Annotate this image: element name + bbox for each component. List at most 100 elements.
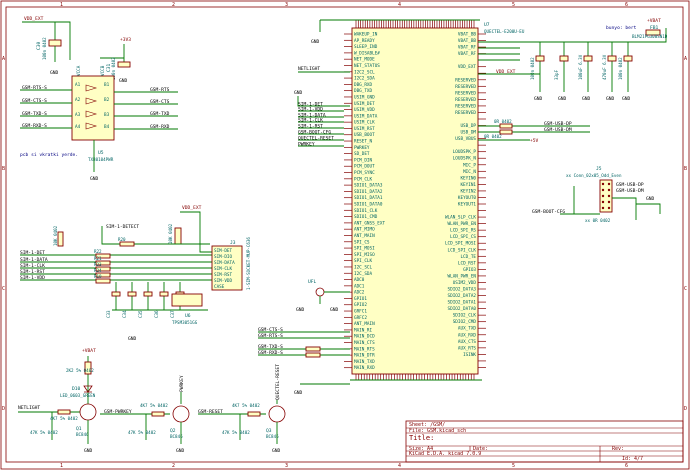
u7-left-pin-label: SDIO1_CLK — [354, 208, 378, 214]
u7-left-pin-label: I2C2_SCL — [354, 69, 375, 75]
u7-right-pin-label: KEYIN2 — [460, 188, 476, 194]
u7-left-pin-label: USB_BOOT — [354, 132, 375, 138]
u7-left-pin-label: SPI_CLK — [354, 258, 373, 264]
tb-rev: Rev: — [612, 446, 624, 452]
vbat-cap-gnd: GND — [534, 96, 543, 102]
sim-net-data: SIM-1-DATA — [20, 257, 48, 263]
gnd-label-c30: GND — [50, 70, 59, 76]
u7-right-pin-label: USB_VBUS — [455, 136, 476, 142]
border-top-num: 4 — [398, 2, 401, 8]
sim-cap-ref: C35 — [138, 310, 143, 318]
u5-net-cts-s: GSM-CTS-S — [22, 98, 47, 104]
u7-value: QUECTEL-E200U-EU — [484, 29, 525, 34]
u7-right-pin-label: LCD_RST — [458, 260, 477, 266]
u7-left-pin-label: USIM_RST — [354, 126, 375, 132]
vbat-cap-val: 470uF 6.3V — [602, 54, 607, 80]
j3-pin-label: SIM-DET — [214, 248, 233, 254]
u5-pin-a4: A4 — [75, 124, 81, 130]
r-q3-base — [247, 411, 261, 417]
u7-right-pin-label: KEYOUT0 — [458, 195, 477, 201]
sim-net-rst: SIM-1-RST — [20, 269, 45, 275]
border-bottom-num: 3 — [285, 463, 288, 469]
u7-left-pin-label: MAIN_RTS — [354, 346, 375, 352]
u7-right-pin-label: SDIO2_DATA1 — [448, 300, 477, 306]
u7-left-pin-label: W_DISABLE# — [354, 50, 380, 56]
border-left-letter: A — [2, 56, 5, 62]
u7-right-pin-label: USB_DP — [460, 123, 476, 129]
plus-vbat-label: +VBAT — [647, 18, 661, 24]
sim-cap — [143, 291, 153, 297]
u7-bottom-pins — [355, 374, 475, 380]
u7-left-pin-label: GPIO2 — [354, 302, 367, 308]
u7-left-pin-label: GRFC2 — [354, 315, 367, 321]
led-and-switch-section: +VBAT 2K2 5% 0402 D10 LED_0603_GREEN NET… — [18, 348, 286, 454]
u7-right-pin-label: SDIO2_DATA2 — [448, 293, 477, 299]
u7-right-pin-label: AUX_RXD — [458, 332, 477, 338]
u7-left-net-label: GSM-BOOT-CFG — [298, 129, 331, 135]
j5-boot-label: GSM-BOOT-CFG — [532, 209, 565, 215]
gnd-label-j5: GND — [646, 196, 655, 202]
sim-resistor-ref: R22 — [94, 249, 102, 254]
u7-left-pin-label: PCM_SYNC — [354, 170, 375, 176]
u7-right-pin-label: LOUDSPK_P — [453, 149, 477, 155]
u7-net-rts-s: GSM-RTS-S — [258, 333, 283, 339]
usb-and-j5-section: 0R 0402 0R 0402 GSM-USB-DP GSM-USB-DM +5… — [478, 119, 661, 223]
u7-right-pin-label: AUX_TXD — [458, 326, 477, 332]
u7-left-pin-label: NET_MODE — [354, 57, 375, 63]
u7-left-pin-label: USIM_CLK — [354, 120, 375, 126]
u7-top-pins — [355, 20, 475, 28]
u7-quectel-module: U7 QUECTEL-E200U-EU WAKEUP_INAP_READYSLE… — [258, 19, 525, 396]
plus-5v-label: +5V — [530, 138, 539, 144]
c30-val: 100n 0402 — [42, 37, 47, 60]
r-uart-tx — [305, 346, 321, 352]
u7-left-pin-label: PCM_DIN — [354, 157, 373, 163]
u7-left-pin-label: ANT_MAIN — [354, 233, 375, 239]
j5-pin-even — [607, 188, 611, 192]
sim-cap-ref: C34 — [122, 310, 127, 318]
u7-left-pin-label: NET_STATUS — [354, 63, 380, 69]
u7-right-pin-label: VBAT_BB — [458, 32, 477, 38]
u7-net-cts-s: GSM-CTS-S — [258, 327, 283, 333]
sim-resistor-ref: R24 — [94, 268, 102, 273]
u7-bottom-gnd-wire — [300, 379, 482, 385]
u7-left-pin-label: MAIN_DTR — [354, 353, 375, 359]
r-det-pull — [57, 231, 64, 247]
q1-value: BC846 — [76, 432, 89, 437]
u5-pin-vcca: VCCA — [76, 65, 82, 76]
sim-resistor — [119, 241, 135, 247]
quectel-reset-top-label: QUECTEL-RESET — [275, 364, 281, 400]
d10-value: LED_0603_GREEN — [60, 393, 96, 398]
r-sim-pullup-val: 10K 0402 — [168, 223, 173, 244]
u7-right-pin-label: LOUDSPK_N — [453, 156, 477, 162]
u5-pin-b1: B1 — [104, 82, 110, 88]
r-q2-base-val: 4K7 5% 0402 — [140, 403, 168, 408]
u5-right-wires — [114, 91, 178, 130]
border-bottom-num: 1 — [60, 463, 63, 469]
u7-right-pin-label: ISINK — [463, 352, 476, 358]
j5-pin-even — [607, 182, 611, 186]
u5-net-txd-s: GSM-TXD-S — [22, 111, 47, 117]
u7-left-pin-label: GRFC1 — [354, 309, 367, 315]
u7-left-pin-label: SPI_CS — [354, 239, 370, 245]
sim-cap-ref: C36 — [154, 310, 159, 318]
ufl-antenna-symbol — [315, 287, 325, 297]
u7-left-pin-label: PWRKEY — [354, 145, 370, 151]
u7-right-pin-label: VBAT_RF — [458, 51, 477, 57]
sim-resistor-ref: R20 — [118, 237, 126, 242]
vdd-ext-label-sim: VDD_EXT — [182, 205, 202, 211]
j5-pin-odd — [601, 188, 605, 192]
u7-right-pin-label: VBAT_RF — [458, 45, 477, 51]
u7-left-pin-label: ANT_MAIN — [354, 321, 375, 327]
vbat-cap-val: 100n 0402 — [530, 57, 535, 80]
u7-net-txd-s: GSM-TXD-S — [258, 344, 283, 350]
ufl-wire — [319, 291, 350, 304]
sim-cap — [111, 291, 121, 297]
u5-left-wires — [20, 89, 72, 129]
u7-left-pin-label: RESET_N — [354, 139, 373, 145]
netlight-label: NETLIGHT — [298, 66, 320, 72]
u7-right-pin-label: KEYIN1 — [460, 182, 476, 188]
fb1-value: BLM21PG300SN1D — [632, 34, 668, 39]
u5-pin-b2: B2 — [104, 97, 110, 103]
sim-detect-label: SIM-1-DETECT — [106, 224, 139, 230]
u7-right-pin-label: RESERVED — [455, 103, 476, 109]
